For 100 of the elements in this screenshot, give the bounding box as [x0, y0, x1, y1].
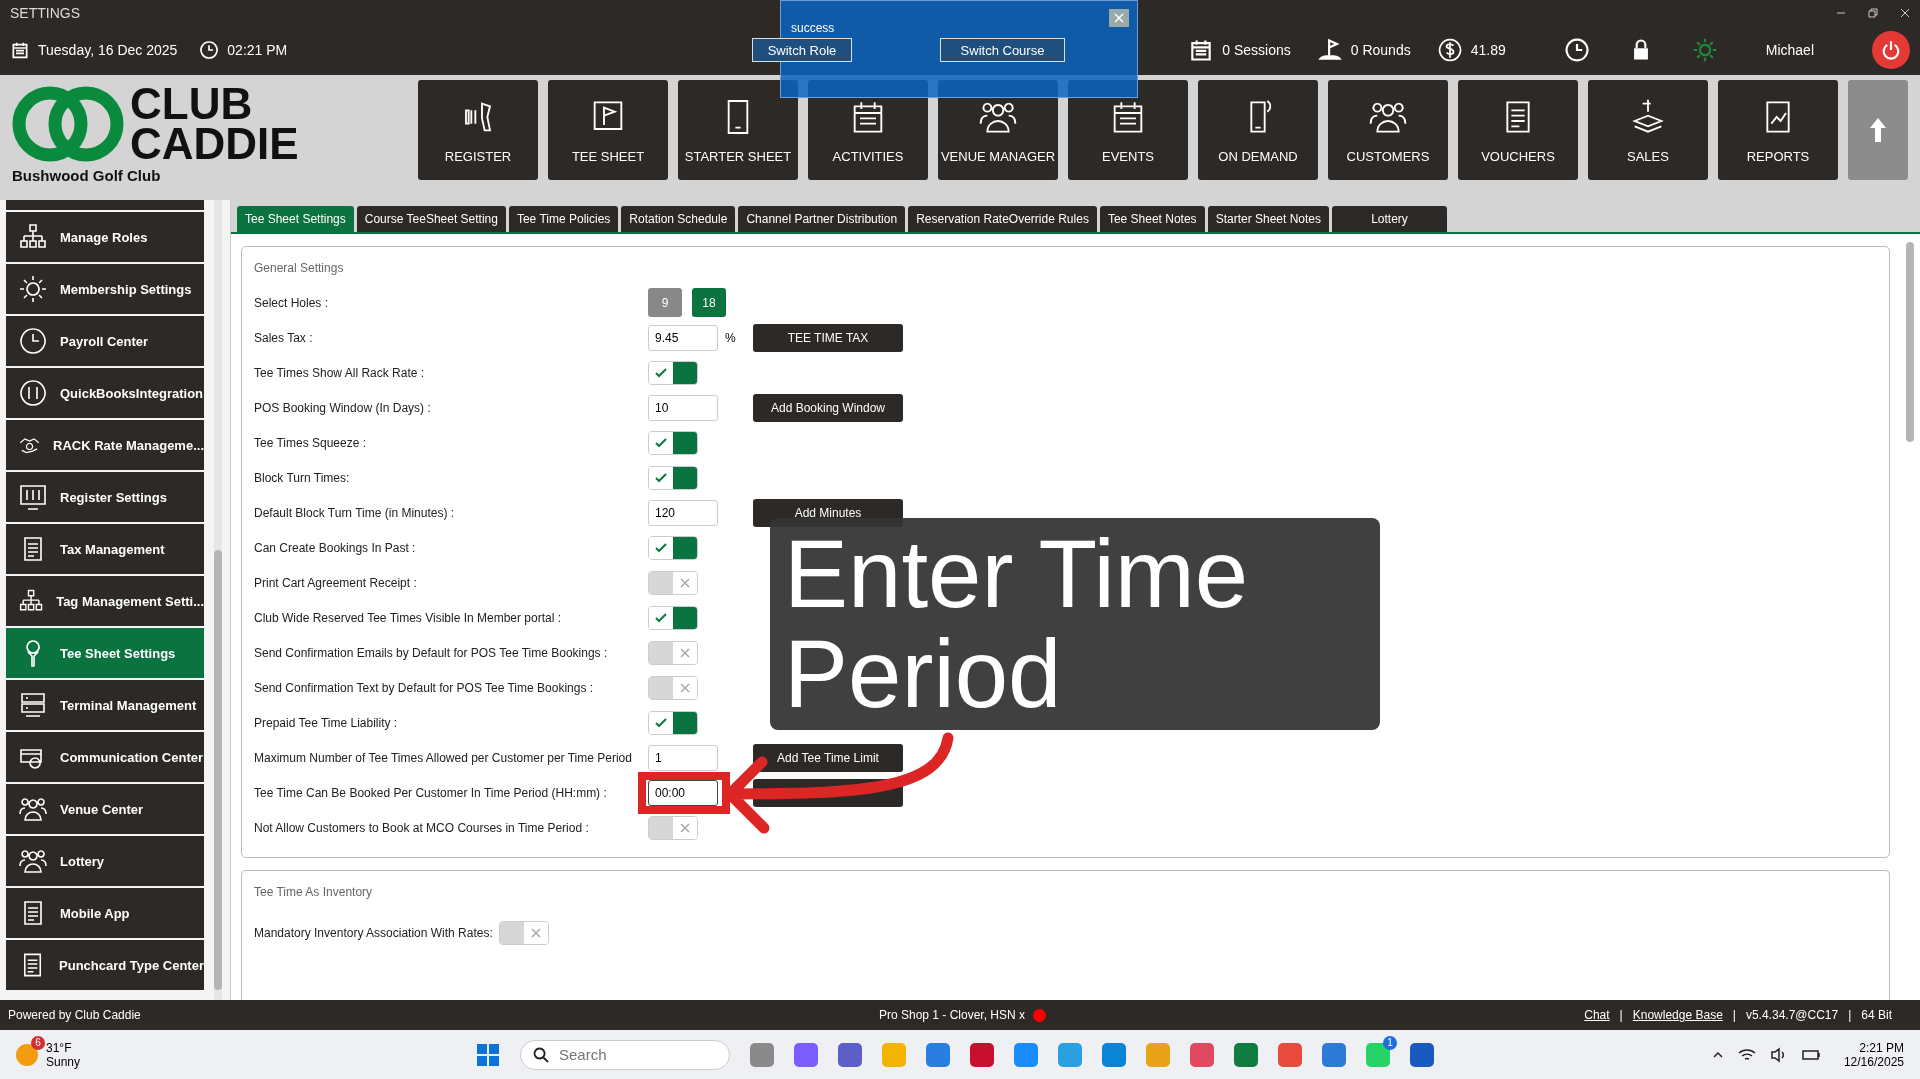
sliders-icon — [18, 482, 48, 512]
setting-label: Tee Times Show All Rack Rate : — [254, 365, 426, 380]
sidebar-item[interactable]: Venue Center — [6, 784, 204, 834]
sidebar-item[interactable]: Punchcard Type Center — [6, 940, 204, 990]
cross-icon — [679, 681, 691, 694]
powered-by-text: Powered by Club Caddie — [8, 1008, 141, 1022]
sidebar-item[interactable]: Communication Center — [6, 732, 204, 782]
clock-icon[interactable] — [1563, 37, 1590, 63]
input-field[interactable]: 9.45 — [648, 324, 718, 351]
input-field[interactable]: 1 — [648, 744, 718, 771]
app-icon[interactable] — [926, 1042, 950, 1067]
nav-button[interactable]: CUSTOMERS — [1328, 80, 1448, 180]
nav-button[interactable]: REGISTER — [418, 80, 538, 180]
nav-button[interactable]: REPORTS — [1718, 80, 1838, 180]
toggle-switch[interactable] — [648, 675, 698, 700]
tab[interactable]: Lottery — [1332, 206, 1447, 232]
app-icon[interactable] — [750, 1042, 774, 1067]
toggle-switch[interactable] — [648, 815, 698, 840]
toggle-switch[interactable] — [648, 360, 698, 385]
toggle-switch[interactable] — [498, 920, 549, 945]
action-button[interactable]: TEE TIME TAX — [753, 323, 903, 352]
tab[interactable]: Course TeeSheet Setting — [356, 206, 506, 232]
sidebar-item[interactable]: Tee Sheet Settings — [6, 628, 204, 678]
tab[interactable]: Starter Sheet Notes — [1207, 206, 1329, 232]
app-icon[interactable] — [1058, 1042, 1082, 1067]
windows-start-icon[interactable] — [476, 1042, 500, 1067]
input-field[interactable]: 00:00 — [648, 779, 718, 806]
check-icon — [654, 715, 668, 730]
rounds-count: 0 Rounds — [1350, 42, 1411, 58]
toggle-switch[interactable] — [648, 465, 698, 490]
sidebar-item[interactable]: Register Settings — [6, 472, 204, 522]
nav-button[interactable]: ON DEMAND — [1198, 80, 1318, 180]
input-field[interactable]: 10 — [648, 394, 718, 421]
app-icon[interactable] — [794, 1042, 818, 1067]
power-button[interactable] — [1872, 31, 1910, 69]
tab[interactable]: Reservation RateOverride Rules — [908, 206, 1097, 232]
tab[interactable]: Channel Partner Distribution — [738, 206, 906, 232]
nav-button[interactable]: TEE SHEET — [548, 80, 668, 180]
sidebar-item[interactable]: QuickBooksIntegration — [6, 368, 204, 418]
tab[interactable]: Rotation Schedule — [621, 206, 736, 232]
app-icon[interactable] — [1234, 1042, 1258, 1067]
scrollbar-thumb[interactable] — [1906, 242, 1914, 442]
sidebar-item[interactable]: Tag Management Setti... — [6, 576, 204, 626]
toggle-switch[interactable] — [648, 535, 698, 560]
action-button[interactable]: Add Booking Window — [753, 393, 903, 422]
scrollbar-thumb[interactable] — [214, 550, 222, 990]
status-link[interactable]: Knowledge Base — [1632, 1008, 1723, 1022]
check-icon — [654, 540, 668, 555]
restore-icon[interactable] — [1868, 7, 1878, 18]
toggle-switch[interactable] — [648, 570, 698, 595]
action-button[interactable]: Add Tee Time Limit — [753, 743, 903, 772]
scroll-up-button[interactable] — [1848, 80, 1908, 180]
toggle-switch[interactable] — [648, 605, 698, 630]
sidebar-item[interactable]: Tax Management — [6, 524, 204, 574]
nav-button[interactable]: EVENTS — [1068, 80, 1188, 180]
check-icon — [654, 610, 668, 625]
toggle-switch[interactable] — [648, 640, 698, 665]
sidebar-item[interactable]: Manage Roles — [6, 212, 204, 262]
separator-text: | — [1619, 1008, 1623, 1022]
app-icon[interactable] — [1366, 1042, 1390, 1067]
app-icon[interactable] — [1278, 1042, 1302, 1067]
holes-option[interactable]: 9 — [648, 288, 682, 317]
tab[interactable]: Tee Time Policies — [508, 206, 619, 232]
setting-label: Can Create Bookings In Past : — [254, 540, 417, 555]
app-icon[interactable] — [1014, 1042, 1038, 1067]
status-text: 64 Bit — [1861, 1008, 1892, 1022]
nav-button[interactable]: STARTER SHEET — [678, 80, 798, 180]
status-link[interactable]: Chat — [1584, 1008, 1610, 1022]
input-field[interactable]: 120 — [648, 499, 718, 526]
tab[interactable]: Tee Sheet Notes — [1099, 206, 1205, 232]
app-icon[interactable] — [838, 1042, 862, 1067]
toggle-switch[interactable] — [648, 430, 698, 455]
app-icon[interactable] — [970, 1042, 994, 1067]
holes-option[interactable]: 18 — [692, 288, 726, 317]
tab[interactable]: Tee Sheet Settings — [237, 206, 354, 232]
close-button[interactable] — [1109, 9, 1129, 27]
app-icon[interactable] — [1410, 1042, 1434, 1067]
search-input[interactable]: Search — [557, 1045, 711, 1064]
sidebar-item[interactable]: RACK Rate Manageme... — [6, 420, 204, 470]
sidebar-item[interactable]: Payroll Center — [6, 316, 204, 366]
app-icon[interactable] — [1190, 1042, 1214, 1067]
toggle-switch[interactable] — [648, 710, 698, 735]
date-text: Tuesday, 16 Dec 2025 — [38, 42, 178, 58]
switch-button[interactable]: Switch Course — [940, 38, 1065, 62]
gear-icon[interactable] — [1691, 37, 1718, 63]
app-icon[interactable] — [1102, 1042, 1126, 1067]
setting-label: Prepaid Tee Time Liability : — [254, 715, 399, 730]
sidebar-item[interactable]: Mobile App — [6, 888, 204, 938]
sidebar-item[interactable]: Lottery — [6, 836, 204, 886]
nav-button[interactable]: SALES — [1588, 80, 1708, 180]
nav-button[interactable]: VOUCHERS — [1458, 80, 1578, 180]
balance-amount: 41.89 — [1470, 42, 1506, 58]
switch-button[interactable]: Switch Role — [752, 38, 852, 62]
sidebar-item[interactable]: Membership Settings — [6, 264, 204, 314]
wifi-icon[interactable] — [1737, 1046, 1756, 1063]
app-icon[interactable] — [1322, 1042, 1346, 1067]
search-field[interactable]: Search — [520, 1039, 730, 1070]
sidebar-item[interactable]: Terminal Management — [6, 680, 204, 730]
battery-icon[interactable] — [1801, 1047, 1822, 1062]
close-icon[interactable] — [1900, 7, 1910, 18]
